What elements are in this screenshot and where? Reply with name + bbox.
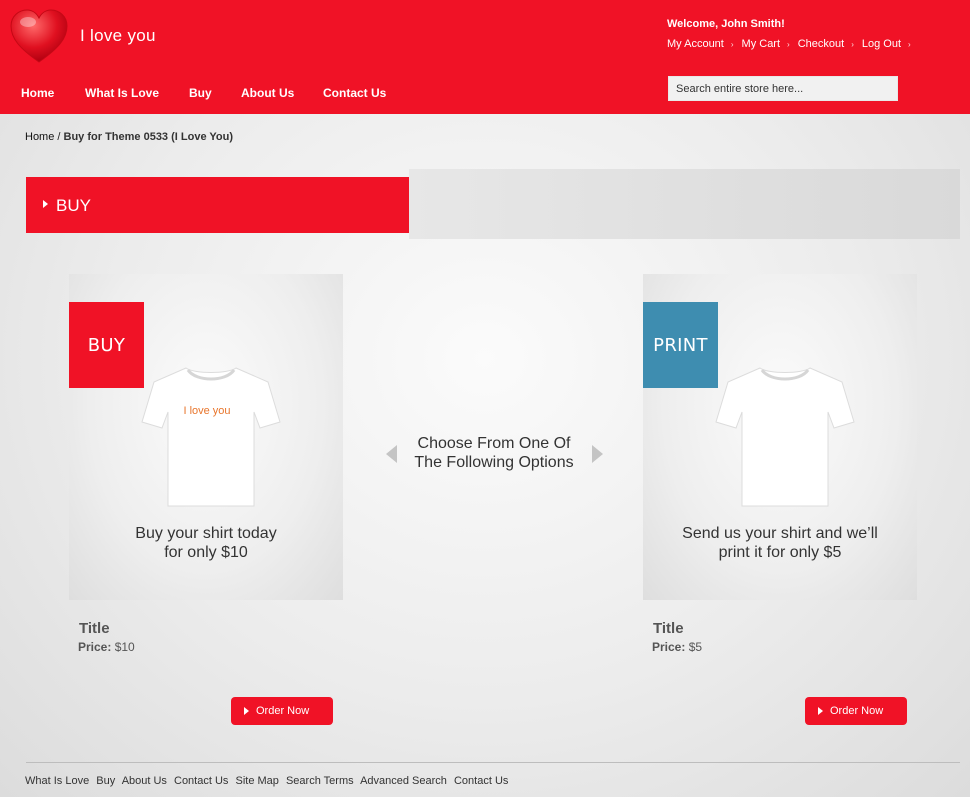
footer-links: What Is Love Buy About Us Contact Us Sit…: [25, 775, 512, 787]
options-text: Choose From One Of The Following Options: [400, 434, 588, 472]
caret-right-icon: [244, 707, 249, 715]
footer-link-contact-us[interactable]: Contact Us: [174, 775, 228, 787]
breadcrumb-separator: /: [54, 131, 64, 143]
nav-home[interactable]: Home: [21, 86, 54, 100]
nav-contact-us[interactable]: Contact Us: [323, 86, 386, 100]
product-title-buy[interactable]: Title: [79, 620, 110, 637]
caret-right-icon: [43, 200, 48, 208]
breadcrumb-current: Buy for Theme 0533 (I Love You): [63, 131, 234, 143]
checkout-label: Checkout: [797, 38, 845, 50]
my-account-label: My Account: [667, 38, 724, 50]
arrow-left-icon[interactable]: [386, 445, 397, 463]
product-card-print[interactable]: PRINT Send us your shirt and we’ll print…: [643, 274, 917, 600]
buy-caption-line2: for only $10: [164, 544, 248, 561]
log-out-link[interactable]: Log Out ›: [862, 38, 919, 50]
price-label: Price:: [78, 640, 112, 654]
breadcrumb: Home / Buy for Theme 0533 (I Love You): [25, 131, 233, 143]
title-strip: [409, 169, 960, 239]
footer-link-buy[interactable]: Buy: [96, 775, 115, 787]
order-now-label: Order Now: [256, 705, 310, 717]
footer-link-site-map[interactable]: Site Map: [235, 775, 278, 787]
footer-link-search-terms[interactable]: Search Terms: [286, 775, 354, 787]
my-cart-link[interactable]: My Cart ›: [742, 38, 798, 50]
breadcrumb-home[interactable]: Home: [25, 131, 54, 143]
header: I love you Welcome, John Smith! My Accou…: [0, 0, 970, 114]
print-caption-line1: Send us your shirt and we’ll: [682, 525, 878, 542]
order-now-button-buy[interactable]: Order Now: [231, 697, 333, 725]
price-value: $5: [688, 640, 703, 654]
footer-link-about-us[interactable]: About Us: [122, 775, 167, 787]
price-label: Price:: [652, 640, 686, 654]
print-caption-line2: print it for only $5: [718, 544, 842, 561]
logo-text[interactable]: I love you: [80, 26, 156, 46]
nav-about-us[interactable]: About Us: [241, 86, 294, 100]
chevron-right-icon: ›: [730, 39, 734, 49]
caret-right-icon: [818, 707, 823, 715]
footer-link-contact-us-2[interactable]: Contact Us: [454, 775, 508, 787]
tshirt-icon: [715, 367, 855, 507]
welcome-message: Welcome, John Smith!: [667, 18, 785, 30]
checkout-link[interactable]: Checkout ›: [798, 38, 862, 50]
price-value: $10: [114, 640, 135, 654]
product-price-print: Price: $5: [652, 640, 702, 654]
page-title: BUY: [56, 196, 91, 215]
product-title-print[interactable]: Title: [653, 620, 684, 637]
shirt-print-text: I love you: [183, 405, 230, 417]
product-card-buy[interactable]: BUY I love you Buy your shirt today for …: [69, 274, 343, 600]
print-caption: Send us your shirt and we’ll print it fo…: [643, 524, 917, 562]
my-cart-label: My Cart: [741, 38, 781, 50]
footer-divider: [26, 762, 960, 763]
nav-buy[interactable]: Buy: [189, 86, 212, 100]
buy-caption-line1: Buy your shirt today: [135, 525, 277, 542]
chevron-right-icon: ›: [851, 39, 854, 49]
chevron-right-icon: ›: [787, 39, 790, 49]
buy-tag: BUY: [69, 302, 144, 388]
footer-link-what-is-love[interactable]: What Is Love: [25, 775, 89, 787]
account-links: My Account › My Cart › Checkout › Log Out ›: [667, 38, 919, 50]
nav-what-is-love[interactable]: What Is Love: [85, 86, 159, 100]
chevron-right-icon: ›: [908, 39, 911, 49]
options-text-line2: The Following Options: [414, 454, 574, 471]
product-price-buy: Price: $10: [78, 640, 135, 654]
my-account-link[interactable]: My Account ›: [667, 38, 742, 50]
buy-caption: Buy your shirt today for only $10: [69, 524, 343, 562]
footer-link-advanced-search[interactable]: Advanced Search: [360, 775, 447, 787]
heart-icon[interactable]: [9, 8, 69, 64]
arrow-right-icon[interactable]: [592, 445, 603, 463]
search-input[interactable]: [668, 76, 898, 101]
print-tag: PRINT: [643, 302, 718, 388]
order-now-label: Order Now: [830, 705, 884, 717]
log-out-label: Log Out: [861, 38, 901, 50]
options-text-line1: Choose From One Of: [417, 435, 571, 452]
order-now-button-print[interactable]: Order Now: [805, 697, 907, 725]
tshirt-icon: I love you: [141, 367, 281, 507]
page-title-bar: BUY: [26, 177, 409, 233]
